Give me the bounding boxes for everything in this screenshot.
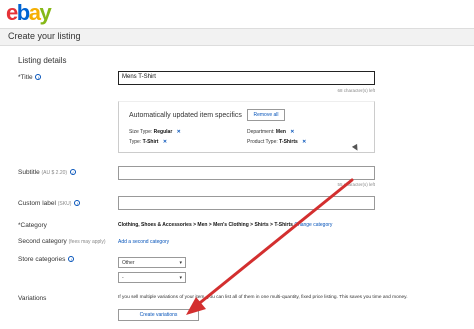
subtitle-label-text: Subtitle [18, 169, 40, 176]
spec-value: T-Shirts [279, 139, 298, 145]
store-category-select-1[interactable]: Other ▾ [118, 257, 186, 268]
remove-all-button[interactable]: Remove all [247, 109, 285, 121]
add-second-category-link[interactable]: Add a second category [118, 239, 169, 245]
select-value: Other [122, 260, 135, 266]
chevron-down-icon: ▾ [179, 260, 182, 266]
remove-spec-icon[interactable]: ✕ [290, 129, 294, 135]
second-category-label: Second category (fees may apply) [18, 238, 106, 245]
select-value: - [122, 275, 124, 281]
remove-spec-icon[interactable]: ✕ [177, 129, 181, 135]
variations-description: If you sell multiple variations of your … [118, 295, 408, 300]
title-label: *Title i [18, 74, 42, 81]
specifics-title: Automatically updated item specifics [129, 112, 242, 119]
spec-value: T-Shirt [142, 139, 159, 145]
page-title: Create your listing [8, 31, 81, 41]
remove-spec-icon[interactable]: ✕ [302, 139, 306, 145]
second-category-hint: (fees may apply) [68, 239, 106, 245]
category-label: *Category [18, 222, 47, 229]
info-icon[interactable]: i [35, 74, 42, 81]
info-icon[interactable]: i [74, 200, 81, 207]
spec-type: Type: T-Shirt ✕ [129, 139, 167, 145]
store-categories-label-text: Store categories [18, 256, 66, 263]
info-icon[interactable]: i [69, 169, 76, 176]
custom-label-input[interactable] [118, 196, 375, 210]
spec-name: Product Type: [247, 139, 278, 145]
info-icon[interactable]: i [68, 256, 75, 263]
change-category-link[interactable]: Change category [294, 222, 332, 228]
spec-name: Size Type: [129, 129, 153, 135]
category-path-text: Clothing, Shoes & Accessories > Men > Me… [118, 222, 293, 228]
logo-letter-y: y [39, 0, 51, 25]
title-char-counter: 68 character(s) left [337, 88, 375, 93]
remove-spec-icon[interactable]: ✕ [163, 139, 167, 145]
custom-label-label: Custom label (SKU) i [18, 200, 81, 207]
subtitle-input[interactable] [118, 166, 375, 180]
custom-label-hint: (SKU) [57, 201, 72, 207]
title-input[interactable]: Mens T-Shirt [118, 71, 375, 85]
subtitle-label: Subtitle (AU $ 2.20) i [18, 169, 76, 176]
ebay-logo[interactable]: ebay [6, 0, 52, 25]
spec-product-type: Product Type: T-Shirts ✕ [247, 139, 306, 145]
title-label-text: *Title [18, 74, 33, 81]
logo-letter-e: e [6, 0, 18, 25]
spec-value: Men [275, 129, 286, 135]
spec-name: Department: [247, 129, 275, 135]
annotation-arrow [186, 178, 354, 315]
store-categories-label: Store categories i [18, 256, 75, 263]
category-path: Clothing, Shoes & Accessories > Men > Me… [118, 222, 332, 228]
spec-department: Department: Men ✕ [247, 129, 295, 135]
logo-letter-b: b [16, 0, 30, 25]
spec-value: Regular [153, 129, 173, 135]
custom-label-text: Custom label [18, 200, 56, 207]
second-category-label-text: Second category [18, 238, 67, 245]
spec-name: Type: [129, 139, 142, 145]
item-specifics-panel: Automatically updated item specifics Rem… [118, 101, 375, 153]
store-category-select-2[interactable]: - ▾ [118, 272, 186, 283]
chevron-down-icon: ▾ [179, 275, 182, 281]
logo-letter-a: a [28, 0, 41, 25]
create-variations-button[interactable]: Create variations [118, 309, 199, 321]
subtitle-fee-hint: (AU $ 2.20) [41, 170, 68, 176]
spec-size-type: Size Type: Regular ✕ [129, 129, 181, 135]
variations-label: Variations [18, 295, 47, 302]
subtitle-char-counter: 55 character(s) left [337, 182, 375, 187]
section-title: Listing details [18, 56, 67, 65]
